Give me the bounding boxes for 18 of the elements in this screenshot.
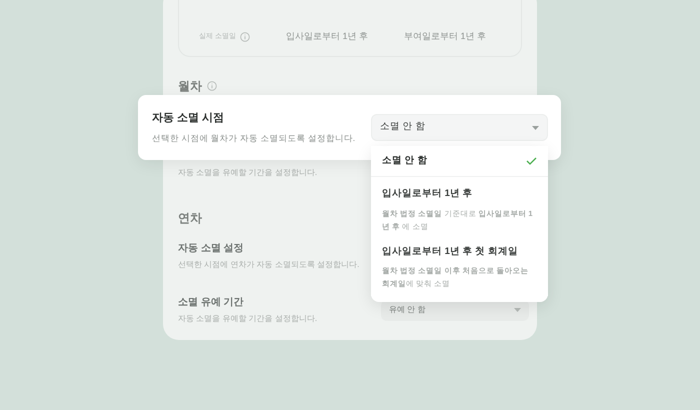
section-title: 월차	[178, 78, 202, 95]
setting-title: 자동 소멸 시점	[152, 110, 226, 126]
check-icon	[526, 157, 537, 166]
caret-icon	[532, 126, 539, 130]
table-cell-text: 부여일로부터 1년 후	[404, 30, 486, 44]
setting-description: 선택한 시점에 월차가 자동 소멸되도록 설정합니다.	[152, 132, 356, 146]
setting-title: 자동 소멸 설정	[178, 242, 244, 256]
table-cell-text: 입사일로부터 1년 후	[286, 30, 370, 44]
info-icon	[240, 32, 250, 42]
select-field[interactable]: 소멸 안 함	[371, 114, 548, 141]
dropdown-option[interactable]: 소멸 안 함	[371, 146, 548, 178]
caret-icon	[514, 308, 521, 312]
setting-title: 소멸 유예 기간	[178, 296, 244, 310]
info-icon	[207, 81, 217, 91]
section-title: 연차	[178, 210, 202, 227]
setting-description: 선택한 시점에 연차가 자동 소멸되도록 설정합니다.	[178, 259, 360, 271]
setting-description: 자동 소멸을 유예할 기간을 설정합니다.	[178, 167, 318, 179]
setting-description: 자동 소멸을 유예할 기간을 설정합니다.	[178, 313, 318, 325]
